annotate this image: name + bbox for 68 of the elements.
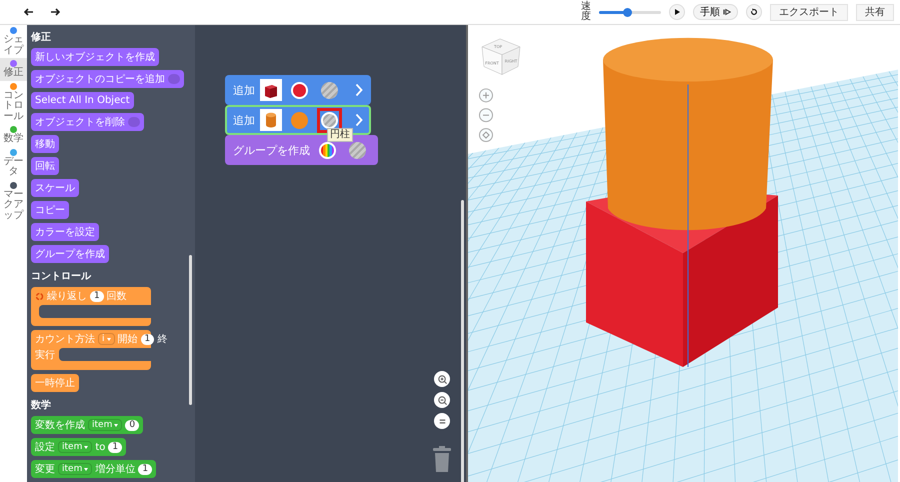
- shape-thumbnail[interactable]: [260, 79, 282, 101]
- category-item[interactable]: 修正: [0, 58, 27, 80]
- home-view-button[interactable]: [479, 128, 493, 142]
- palette-block[interactable]: オブジェクトのコピーを追加: [31, 70, 184, 88]
- zoom-in-button[interactable]: [434, 371, 450, 387]
- number-input[interactable]: 1: [108, 442, 122, 452]
- input-slot[interactable]: [168, 74, 180, 84]
- category-item[interactable]: コントロール: [0, 80, 27, 124]
- palette-block[interactable]: カラーを設定: [31, 223, 99, 241]
- palette-block[interactable]: 変更 item 増分単位 1: [31, 460, 156, 478]
- play-icon: [673, 8, 681, 16]
- palette-block[interactable]: オブジェクトを削除: [31, 113, 144, 131]
- category-item[interactable]: 数学: [0, 124, 27, 146]
- block-label: 開始: [118, 333, 138, 346]
- palette-block[interactable]: グループを作成: [31, 245, 109, 263]
- tooltip: 円柱: [327, 128, 353, 142]
- chevron-icon[interactable]: [355, 83, 363, 97]
- category-item[interactable]: シェイプ: [0, 25, 27, 58]
- palette-block[interactable]: Select All In Object: [31, 92, 134, 109]
- category-item[interactable]: データ: [0, 146, 27, 180]
- block-label: 繰り返し: [47, 290, 87, 303]
- block-label: 終: [157, 333, 168, 346]
- shape-thumbnail[interactable]: [260, 109, 282, 131]
- c-block[interactable]: 繰り返し 1 回数: [31, 287, 151, 326]
- code-block[interactable]: 追加: [225, 75, 371, 105]
- palette-block[interactable]: 移動: [31, 135, 59, 153]
- trash-icon[interactable]: [432, 446, 452, 472]
- zoom-out-button[interactable]: [434, 392, 450, 408]
- toolbar-button[interactable]: エクスポート: [770, 4, 848, 20]
- category-item[interactable]: マークアップ: [0, 180, 27, 223]
- reset-button[interactable]: [746, 4, 762, 20]
- palette-heading: コントロール: [31, 270, 91, 283]
- redo-icon[interactable]: [50, 8, 60, 16]
- palette-block[interactable]: 設定 item to 1: [31, 438, 126, 456]
- play-button[interactable]: [669, 4, 685, 20]
- zoom-in-icon: [436, 374, 448, 384]
- step-button[interactable]: 手順: [693, 4, 738, 20]
- number-input[interactable]: 1: [140, 334, 154, 344]
- palette-heading: 修正: [31, 31, 51, 44]
- loop-icon: [35, 292, 44, 300]
- speed-label: 速度: [581, 2, 591, 22]
- view-cube[interactable]: [482, 38, 520, 75]
- number-input[interactable]: 0: [125, 420, 140, 430]
- block-label: 回数: [106, 290, 127, 303]
- step-icon: [723, 8, 731, 16]
- reset-zoom-button[interactable]: [434, 413, 450, 429]
- reset-icon: [750, 8, 758, 16]
- palette-block[interactable]: 新しいオブジェクトを作成: [31, 48, 159, 66]
- palette-heading: 数学: [31, 398, 51, 412]
- number-input[interactable]: 1: [138, 464, 152, 474]
- zoom-out-icon: [436, 394, 448, 406]
- palette-block[interactable]: 変数を作成 item 0: [31, 416, 144, 434]
- toolbar-button[interactable]: 共有: [856, 4, 894, 20]
- palette-block[interactable]: スケール: [31, 179, 79, 197]
- number-input[interactable]: 1: [90, 290, 104, 302]
- block-label: 追加: [233, 112, 255, 128]
- scrollbar[interactable]: [189, 255, 192, 405]
- block-label: カウント方法: [35, 332, 95, 346]
- chevron-icon[interactable]: [355, 113, 363, 127]
- speed-slider[interactable]: [599, 10, 661, 14]
- block-label: 追加: [233, 82, 255, 98]
- palette-block[interactable]: 回転: [31, 157, 59, 175]
- undo-icon[interactable]: [24, 8, 34, 16]
- palette-block[interactable]: コピー: [31, 201, 69, 219]
- block-label: 実行: [35, 348, 55, 362]
- scrollbar[interactable]: [461, 200, 464, 482]
- block-label: グループを作成: [233, 142, 310, 158]
- input-slot[interactable]: [128, 117, 140, 127]
